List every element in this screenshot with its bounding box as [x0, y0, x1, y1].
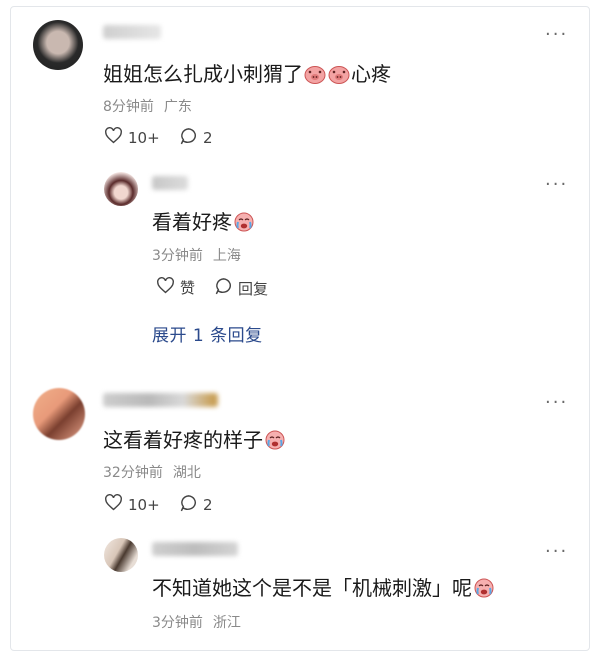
comment-location: 广东 [163, 99, 192, 115]
crying-emoji-icon [264, 430, 286, 455]
heart-icon [104, 494, 128, 515]
comment-location: 湖北 [172, 465, 201, 481]
commenter-name-blurred[interactable] [103, 25, 161, 39]
reply-meta: 3分钟前 上海 [152, 245, 241, 265]
reply-name-blurred[interactable] [152, 176, 188, 190]
reply-text-main: 不知道她这个是不是「机械刺激」呢 [152, 576, 472, 600]
reply-location: 浙江 [212, 615, 241, 631]
reply-name-blurred[interactable] [152, 542, 238, 556]
comment-bubble-icon [179, 127, 203, 149]
reply-text: 不知道她这个是不是「机械刺激」呢 [152, 572, 496, 603]
reply-time: 3分钟前 [152, 615, 203, 631]
reply-text: 看着好疼 [152, 206, 256, 237]
like-button[interactable]: 10+ [104, 127, 160, 148]
more-options-icon[interactable]: ··· [545, 26, 568, 44]
comment-text-main: 这看着好疼的样子 [103, 428, 263, 452]
reply-avatar[interactable] [104, 538, 138, 572]
comment-time: 8分钟前 [103, 99, 154, 115]
reply-label: 回复 [238, 279, 269, 298]
crying-emoji-icon [473, 578, 495, 603]
reply-avatar[interactable] [104, 172, 138, 206]
like-button[interactable]: 10+ [104, 494, 160, 515]
reply-location: 上海 [212, 248, 241, 264]
crying-emoji-icon [233, 212, 255, 237]
comment-bubble-icon [179, 494, 203, 516]
reply-text-main: 看着好疼 [152, 210, 232, 234]
reply-count: 2 [203, 496, 213, 514]
like-label: 赞 [180, 279, 196, 297]
reply-button[interactable]: 回复 [214, 277, 268, 299]
reply-count: 2 [203, 129, 213, 147]
like-count: 10+ [128, 495, 160, 514]
like-count: 10+ [128, 128, 160, 147]
reply-time: 3分钟前 [152, 248, 203, 264]
comment-text-suffix: 心疼 [351, 62, 391, 86]
commenter-avatar[interactable] [33, 20, 83, 70]
comment-text-main: 姐姐怎么扎成小刺猬了 [103, 62, 303, 86]
more-options-icon[interactable]: ··· [545, 543, 568, 561]
pig-face-emoji-icon [304, 64, 326, 89]
more-options-icon[interactable]: ··· [545, 394, 568, 412]
more-options-icon[interactable]: ··· [545, 176, 568, 194]
comment-time: 32分钟前 [103, 465, 163, 481]
expand-replies-link[interactable]: 展开 1 条回复 [152, 321, 263, 346]
reply-meta: 3分钟前 浙江 [152, 612, 241, 632]
comment-meta: 32分钟前 湖北 [103, 462, 201, 482]
commenter-avatar[interactable] [33, 388, 85, 440]
like-button[interactable]: 赞 [156, 277, 195, 298]
heart-icon [156, 277, 180, 298]
comment-bubble-icon [214, 277, 238, 299]
comment-text: 这看着好疼的样子 [103, 424, 287, 455]
commenter-name-blurred[interactable] [103, 393, 218, 407]
pig-face-emoji-icon [328, 64, 350, 89]
heart-icon [104, 127, 128, 148]
reply-button[interactable]: 2 [179, 127, 213, 149]
comment-meta: 8分钟前 广东 [103, 96, 192, 116]
reply-button[interactable]: 2 [179, 494, 213, 516]
comment-panel [10, 6, 590, 651]
comment-text: 姐姐怎么扎成小刺猬了 心疼 [103, 58, 391, 89]
